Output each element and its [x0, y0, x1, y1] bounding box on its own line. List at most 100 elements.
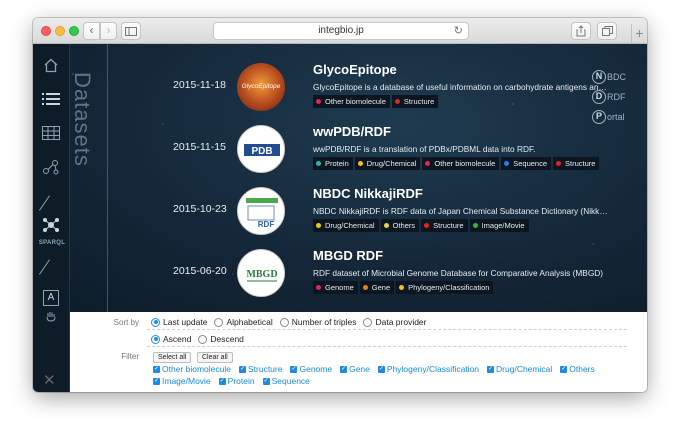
dataset-row[interactable]: 2015-11-15 PDB wwPDB/RDF wwPDB/RDF is a … [33, 120, 647, 180]
sort-triples-radio[interactable]: Number of triples [279, 317, 356, 327]
tag-color-dot [394, 99, 400, 104]
sort-last-update-radio[interactable]: Last update [151, 317, 207, 327]
dataset-description: wwPDB/RDF is a translation of PDBx/PDBML… [313, 144, 536, 154]
tag: Phylogeny/Classification [396, 281, 494, 294]
ascend-radio[interactable]: Ascend [151, 334, 191, 344]
sort-by-label: Sort by [113, 318, 139, 327]
tag-color-dot [425, 161, 431, 166]
checkbox-checked-icon: ✓ [290, 365, 298, 373]
tag: Structure [391, 95, 439, 108]
address-bar[interactable]: integbio.jp ↻ [213, 22, 469, 40]
dataset-description: GlycoEpitope is a database of useful inf… [313, 82, 609, 92]
tag: Structure [553, 157, 600, 170]
svg-text:RDF: RDF [258, 220, 275, 229]
dataset-tags: Genome Gene Phylogeny/Classification [313, 281, 494, 294]
checkbox-checked-icon: ✓ [238, 365, 246, 373]
tag: Other biomolecule [313, 95, 390, 108]
tag-color-dot [362, 285, 368, 290]
dataset-title[interactable]: MBGD RDF [313, 248, 383, 263]
dataset-thumbnail[interactable]: PDB [237, 125, 285, 173]
filter-genome[interactable]: ✓ Genome [290, 364, 332, 374]
checkbox-checked-icon: ✓ [340, 365, 348, 373]
tag: Drug/Chemical [313, 219, 379, 232]
tag-color-dot [316, 223, 321, 228]
radio-circle [214, 317, 224, 327]
dataset-thumbnail[interactable]: MBGD [237, 249, 285, 297]
dataset-row[interactable]: 2015-11-18 GlycoEpitope GlycoEpitope Gly… [33, 58, 647, 118]
dataset-row[interactable]: 2015-10-23 RDF NBDC NikkajiRDF NBDC Nikk… [33, 182, 647, 242]
tag: Structure [421, 219, 468, 232]
filter-phylogeny[interactable]: ✓ Phylogeny/Classification [377, 364, 479, 374]
filter-image-movie[interactable]: ✓ Image/Movie [153, 376, 211, 386]
checkbox-checked-icon: ✓ [153, 365, 160, 373]
svg-text:MBGD: MBGD [246, 269, 277, 280]
chevron-right-icon: › [106, 23, 111, 37]
filter-structure[interactable]: ✓ Structure [238, 364, 282, 374]
tag: Drug/Chemical [354, 157, 421, 170]
forward-button[interactable]: › [100, 22, 117, 40]
browser-window: ‹ › integbio.jp ↻ + Datasets SPARQL A N … [33, 18, 647, 392]
filter-protein[interactable]: ✓ Protein [218, 376, 255, 386]
tag: Gene [359, 281, 395, 294]
dataset-tags: Drug/Chemical Others Structure Image/Mov… [313, 219, 529, 232]
tag-color-dot [472, 223, 478, 228]
checkbox-checked-icon: ✓ [560, 365, 568, 373]
order-options: Ascend Descend [151, 334, 251, 344]
new-tab-button[interactable]: + [631, 24, 647, 44]
dataset-thumbnail[interactable]: GlycoEpitope [237, 63, 285, 111]
pdb-logo-icon: PDB [244, 144, 280, 157]
filter-checkboxes-row1: ✓ Other biomolecule ✓ Structure ✓ Genome ✓ G… [153, 364, 603, 374]
checkbox-checked-icon: ✓ [487, 365, 495, 373]
nikkaji-logo-icon: RDF [246, 198, 278, 229]
hand-icon[interactable] [41, 310, 61, 328]
tag: Sequence [501, 157, 552, 170]
minimize-window-button[interactable] [55, 26, 65, 36]
zoom-window-button[interactable] [69, 26, 79, 36]
dataset-description: RDF dataset of Microbial Genome Database… [313, 268, 604, 278]
dataset-tags: Protein Drug/Chemical Other biomolecule … [313, 157, 600, 170]
tag-color-dot [504, 161, 510, 166]
reload-icon[interactable]: ↻ [454, 23, 463, 39]
filter-drug-chemical[interactable]: ✓ Drug/Chemical [487, 364, 552, 374]
sort-provider-radio[interactable]: Data provider [363, 317, 427, 327]
filter-label: Filter [121, 352, 139, 361]
dataset-date: 2015-06-20 [173, 265, 227, 277]
back-button[interactable]: ‹ [83, 22, 100, 40]
tabs-icon [601, 26, 613, 36]
close-icon[interactable]: ✕ [43, 373, 56, 388]
dataset-row[interactable]: 2015-06-20 MBGD MBGD RDF RDF dataset of … [33, 244, 647, 304]
filter-sequence[interactable]: ✓ Sequence [262, 376, 310, 386]
tabs-overview-button[interactable] [597, 22, 617, 40]
dataset-tags: Other biomolecule Structure [313, 95, 439, 108]
dataset-title[interactable]: wwPDB/RDF [313, 124, 391, 139]
filter-gene[interactable]: ✓ Gene [340, 364, 370, 374]
tag-color-dot [556, 161, 562, 166]
share-icon [576, 25, 586, 37]
filter-checkboxes-row2: ✓ Image/Movie ✓ Protein ✓ Sequence [153, 376, 318, 386]
svg-text:PDB: PDB [251, 146, 272, 157]
dataset-description: NBDC NikkajiRDF is RDF data of Japan Che… [313, 206, 609, 216]
tag-color-dot [316, 285, 321, 290]
filter-others[interactable]: ✓ Others [560, 364, 595, 374]
dataset-title[interactable]: GlycoEpitope [313, 62, 397, 77]
close-window-button[interactable] [41, 26, 51, 36]
tag: Other biomolecule [422, 157, 500, 170]
tag-color-dot [383, 223, 389, 228]
browser-toolbar: ‹ › integbio.jp ↻ + [33, 18, 647, 44]
descend-radio[interactable]: Descend [198, 334, 244, 344]
clear-all-button[interactable]: Clear all [197, 352, 233, 363]
checkbox-checked-icon: ✓ [262, 377, 270, 385]
tag-color-dot [316, 99, 321, 104]
sidebar-toggle-button[interactable] [121, 22, 141, 40]
select-all-button[interactable]: Select all [153, 352, 192, 363]
radio-circle [363, 317, 373, 327]
dataset-date: 2015-11-18 [173, 79, 226, 91]
share-button[interactable] [571, 22, 591, 40]
sort-alphabetical-radio[interactable]: Alphabetical [214, 317, 273, 327]
tag-color-dot [424, 223, 430, 228]
chevron-left-icon: ‹ [89, 23, 94, 37]
filter-other-biomolecule[interactable]: ✓ Other biomolecule [153, 364, 231, 374]
divider [147, 329, 627, 330]
dataset-title[interactable]: NBDC NikkajiRDF [313, 186, 423, 201]
dataset-thumbnail[interactable]: RDF [237, 187, 285, 235]
